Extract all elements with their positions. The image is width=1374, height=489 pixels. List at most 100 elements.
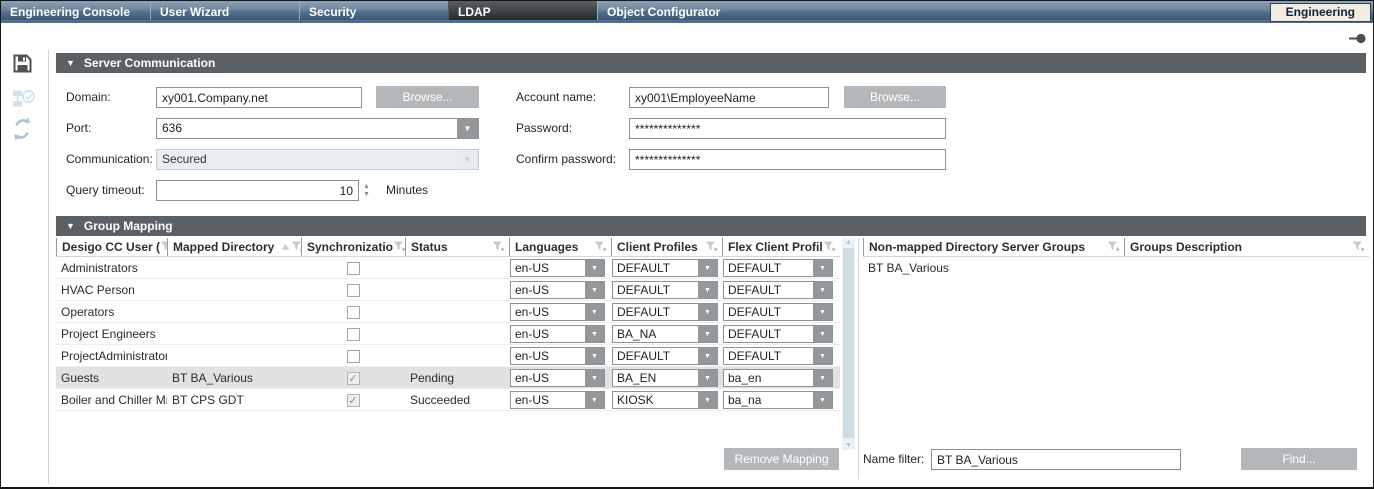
tab-engineering-console[interactable]: Engineering Console <box>1 1 150 20</box>
spinner-up-icon[interactable]: ▲ <box>361 183 372 191</box>
column-header-status[interactable]: Status <box>405 238 509 256</box>
scrollbar-thumb[interactable] <box>843 248 854 438</box>
chevron-down-icon[interactable]: ▼ <box>813 282 832 298</box>
language-dropdown[interactable]: en-US▼ <box>510 325 605 343</box>
vertical-scrollbar[interactable]: ▲ ▼ <box>842 238 855 450</box>
chevron-down-icon[interactable]: ▼ <box>585 392 604 408</box>
chevron-down-icon[interactable]: ▼ <box>813 370 832 386</box>
collapse-icon[interactable]: ▼ <box>66 216 75 236</box>
port-dropdown[interactable]: 636▼ <box>156 118 479 139</box>
spinner-down-icon[interactable]: ▼ <box>361 191 372 199</box>
column-header-groups-description[interactable]: Groups Description <box>1124 238 1369 256</box>
table-row[interactable]: GuestsBT BA_Various✓Pendingen-US▼BA_EN▼b… <box>56 367 840 389</box>
account-name-input[interactable] <box>629 87 829 108</box>
column-header-mapped-directory[interactable]: Mapped Directory <box>167 238 301 256</box>
client-profile-dropdown[interactable]: DEFAULT▼ <box>612 259 718 277</box>
column-header-client-profiles[interactable]: Client Profiles <box>611 238 722 256</box>
chevron-down-icon[interactable]: ▼ <box>585 348 604 364</box>
domain-browse-button[interactable]: Browse... <box>376 86 479 108</box>
filter-icon[interactable] <box>393 240 405 255</box>
collapse-icon[interactable]: ▼ <box>66 53 75 73</box>
client-profile-dropdown[interactable]: DEFAULT▼ <box>612 281 718 299</box>
chevron-down-icon[interactable]: ▼ <box>698 304 717 320</box>
chevron-down-icon[interactable]: ▼ <box>813 326 832 342</box>
confirm-password-input[interactable] <box>629 149 946 170</box>
chevron-down-icon[interactable]: ▼ <box>457 119 478 138</box>
chevron-down-icon[interactable]: ▼ <box>698 260 717 276</box>
filter-icon[interactable] <box>823 240 836 255</box>
column-header-flex-client-profil[interactable]: Flex Client Profil <box>722 238 840 256</box>
domain-input[interactable] <box>156 87 362 108</box>
filter-icon[interactable] <box>160 240 167 255</box>
pin-icon[interactable] <box>1349 31 1366 49</box>
sync-checkbox[interactable] <box>347 328 360 341</box>
client-profile-dropdown[interactable]: DEFAULT▼ <box>612 303 718 321</box>
chevron-down-icon[interactable]: ▼ <box>813 260 832 276</box>
table-row[interactable]: Project Engineersen-US▼BA_NA▼DEFAULT▼ <box>56 323 840 345</box>
chevron-down-icon[interactable]: ▼ <box>813 392 832 408</box>
chevron-down-icon[interactable]: ▼ <box>585 260 604 276</box>
language-dropdown[interactable]: en-US▼ <box>510 303 605 321</box>
chevron-down-icon[interactable]: ▼ <box>813 304 832 320</box>
table-row[interactable]: Operatorsen-US▼DEFAULT▼DEFAULT▼ <box>56 301 840 323</box>
chevron-down-icon[interactable]: ▼ <box>698 392 717 408</box>
filter-icon[interactable] <box>705 240 718 255</box>
column-header-desigo-cc-user[interactable]: Desigo CC User ( <box>56 238 167 256</box>
find-button[interactable]: Find... <box>1241 448 1357 470</box>
sync-checkbox[interactable] <box>347 350 360 363</box>
scroll-down-icon[interactable]: ▼ <box>842 442 855 449</box>
sync-checkbox[interactable]: ✓ <box>347 372 360 385</box>
language-dropdown[interactable]: en-US▼ <box>510 369 605 387</box>
client-profile-dropdown[interactable]: BA_NA▼ <box>612 325 718 343</box>
name-filter-input[interactable] <box>931 449 1181 470</box>
flex-client-profile-dropdown[interactable]: DEFAULT▼ <box>723 259 833 277</box>
chevron-down-icon[interactable]: ▼ <box>698 282 717 298</box>
sync-checkbox[interactable]: ✓ <box>347 394 360 407</box>
column-header-non-mapped-directory-server-groups[interactable]: Non-mapped Directory Server Groups <box>863 238 1124 256</box>
network-check-icon[interactable] <box>12 88 36 115</box>
scroll-up-icon[interactable]: ▲ <box>842 239 855 246</box>
table-row[interactable]: HVAC Personen-US▼DEFAULT▼DEFAULT▼ <box>56 279 840 301</box>
query-timeout-stepper[interactable]: ▲▼ <box>361 180 372 201</box>
tab-object-configurator[interactable]: Object Configurator <box>597 1 746 20</box>
chevron-down-icon[interactable]: ▼ <box>813 348 832 364</box>
column-header-synchronizatio[interactable]: Synchronizatio <box>301 238 405 256</box>
flex-client-profile-dropdown[interactable]: DEFAULT▼ <box>723 281 833 299</box>
language-dropdown[interactable]: en-US▼ <box>510 347 605 365</box>
chevron-down-icon[interactable]: ▼ <box>698 370 717 386</box>
refresh-icon[interactable] <box>12 117 32 146</box>
account-browse-button[interactable]: Browse... <box>844 86 946 108</box>
password-input[interactable] <box>629 118 946 139</box>
client-profile-dropdown[interactable]: KIOSK▼ <box>612 391 718 409</box>
filter-icon[interactable] <box>1107 240 1120 255</box>
tab-security[interactable]: Security <box>299 1 448 20</box>
remove-mapping-button[interactable]: Remove Mapping <box>724 448 839 470</box>
language-dropdown[interactable]: en-US▼ <box>510 259 605 277</box>
client-profile-dropdown[interactable]: BA_EN▼ <box>612 369 718 387</box>
table-row[interactable]: Administratorsen-US▼DEFAULT▼DEFAULT▼ <box>56 257 840 279</box>
chevron-down-icon[interactable]: ▼ <box>585 370 604 386</box>
filter-icon[interactable] <box>1352 240 1365 255</box>
table-row[interactable]: ProjectAdministratorsen-US▼DEFAULT▼DEFAU… <box>56 345 840 367</box>
chevron-down-icon[interactable]: ▼ <box>698 348 717 364</box>
flex-client-profile-dropdown[interactable]: DEFAULT▼ <box>723 303 833 321</box>
filter-icon[interactable] <box>291 240 301 255</box>
flex-client-profile-dropdown[interactable]: ba_en▼ <box>723 369 833 387</box>
sync-checkbox[interactable] <box>347 262 360 275</box>
engineering-mode-button[interactable]: Engineering <box>1270 3 1371 22</box>
flex-client-profile-dropdown[interactable]: ba_na▼ <box>723 391 833 409</box>
filter-icon[interactable] <box>594 240 607 255</box>
chevron-down-icon[interactable]: ▼ <box>585 282 604 298</box>
column-header-languages[interactable]: Languages <box>509 238 611 256</box>
tab-user-wizard[interactable]: User Wizard <box>150 1 299 20</box>
sync-checkbox[interactable] <box>347 306 360 319</box>
language-dropdown[interactable]: en-US▼ <box>510 281 605 299</box>
tab-ldap[interactable]: LDAP <box>448 1 597 20</box>
query-timeout-input[interactable] <box>156 180 359 201</box>
save-icon[interactable] <box>12 53 33 79</box>
chevron-down-icon[interactable]: ▼ <box>585 326 604 342</box>
client-profile-dropdown[interactable]: DEFAULT▼ <box>612 347 718 365</box>
chevron-down-icon[interactable]: ▼ <box>585 304 604 320</box>
chevron-down-icon[interactable]: ▼ <box>698 326 717 342</box>
flex-client-profile-dropdown[interactable]: DEFAULT▼ <box>723 347 833 365</box>
